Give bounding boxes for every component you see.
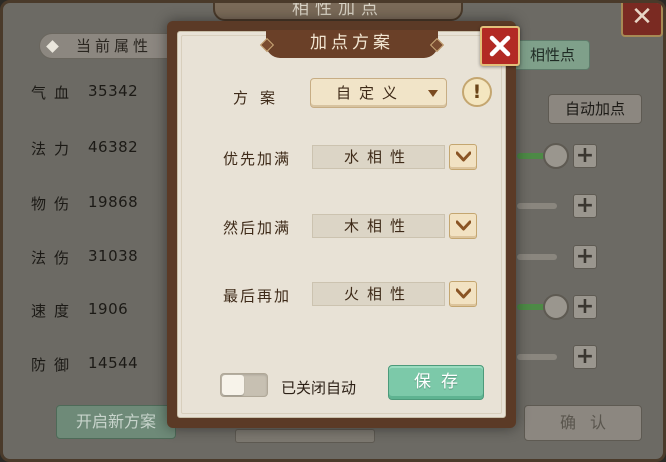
- dropdown-button[interactable]: [449, 144, 477, 170]
- point-slider[interactable]: [517, 254, 557, 260]
- plan-dialog-panel: 加点方案 方案 自定义 ! 优先加满 水相性 然后加满 木相性 最后再加 火相性…: [177, 26, 520, 418]
- stat-label: 气血: [31, 84, 78, 102]
- slider-handle[interactable]: [543, 143, 569, 169]
- diamond-icon: [46, 40, 59, 53]
- priority-label: 优先加满: [223, 150, 292, 168]
- confirm-button[interactable]: 确认: [524, 405, 642, 441]
- chevron-down-icon: [456, 288, 471, 299]
- stat-value: 46382: [88, 138, 139, 156]
- plan-label: 方案: [233, 89, 288, 107]
- stat-label: 法伤: [31, 249, 78, 267]
- stat-value: 1906: [88, 300, 129, 318]
- stat-label: 物伤: [31, 195, 78, 213]
- priority-label: 然后加满: [223, 219, 292, 237]
- stat-value: 19868: [88, 193, 139, 211]
- stat-label: 防御: [31, 356, 78, 374]
- auto-toggle[interactable]: [220, 373, 268, 397]
- stat-value: 31038: [88, 247, 139, 265]
- auto-allocate-button[interactable]: 自动加点: [548, 94, 642, 124]
- chevron-down-icon: [456, 220, 471, 231]
- plus-icon[interactable]: +: [573, 345, 597, 369]
- new-plan-button[interactable]: 开启新方案: [56, 405, 176, 439]
- current-attributes-tab-label: 当前属性: [75, 37, 152, 55]
- chevron-down-icon: [456, 151, 471, 162]
- stat-value: 14544: [88, 354, 139, 372]
- toggle-knob: [222, 375, 244, 395]
- slider-handle[interactable]: [543, 294, 569, 320]
- dialog-title: 加点方案: [266, 30, 438, 58]
- plus-icon[interactable]: +: [573, 245, 597, 269]
- info-icon[interactable]: !: [462, 77, 492, 107]
- point-slider[interactable]: [517, 203, 557, 209]
- x-mark: [489, 35, 511, 57]
- background-title: 相性加点: [213, 3, 463, 21]
- plus-icon[interactable]: +: [573, 144, 597, 168]
- save-button[interactable]: 保存: [388, 365, 484, 400]
- dropdown-button[interactable]: [449, 281, 477, 307]
- background-close-icon[interactable]: ✕: [621, 3, 663, 37]
- plan-dialog: 加点方案 方案 自定义 ! 优先加满 水相性 然后加满 木相性 最后再加 火相性…: [167, 21, 520, 428]
- point-slider[interactable]: [517, 354, 557, 360]
- plan-select-value: 自定义: [335, 84, 405, 102]
- triangle-down-icon: [428, 90, 438, 97]
- auto-toggle-label: 已关闭自动: [281, 379, 357, 397]
- plan-select[interactable]: 自定义: [310, 78, 447, 108]
- dropdown-button[interactable]: [449, 213, 477, 239]
- bottom-bar: [235, 429, 375, 443]
- priority-value: 木相性: [312, 214, 445, 238]
- close-icon[interactable]: [480, 26, 520, 66]
- plus-icon[interactable]: +: [573, 295, 597, 319]
- stat-label: 速度: [31, 302, 78, 320]
- stat-label: 法力: [31, 140, 78, 158]
- stat-value: 35342: [88, 82, 139, 100]
- priority-value: 水相性: [312, 145, 445, 169]
- priority-label: 最后再加: [223, 287, 292, 305]
- plus-icon[interactable]: +: [573, 194, 597, 218]
- priority-value: 火相性: [312, 282, 445, 306]
